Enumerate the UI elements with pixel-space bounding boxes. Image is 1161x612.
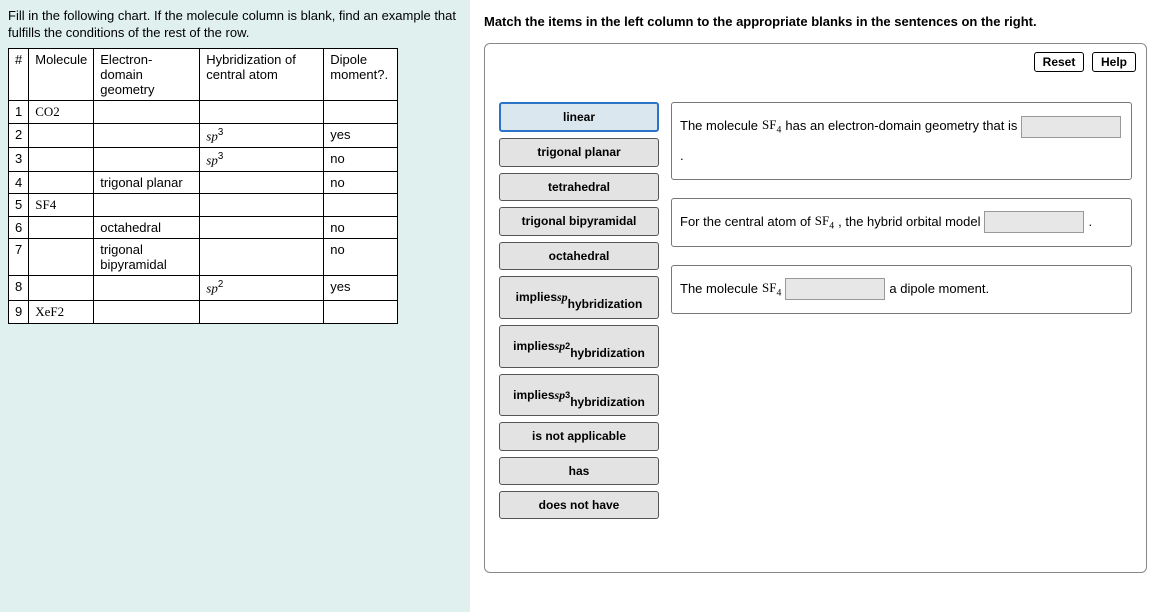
cell-num: 2 <box>9 123 29 147</box>
tile-does-not-have[interactable]: does not have <box>499 491 659 519</box>
table-row: 9XeF2 <box>9 300 398 323</box>
table-row: 8 sp2yes <box>9 276 398 300</box>
table-row: 6 octahedral no <box>9 217 398 239</box>
header-ed: Electron-domain geometry <box>94 48 200 100</box>
sentence-1-blank[interactable] <box>1021 116 1121 138</box>
table-row: 2 sp3yes <box>9 123 398 147</box>
chart-table: # Molecule Electron-domain geometry Hybr… <box>8 48 398 324</box>
sentences-column: The molecule SF4 has an electron-domain … <box>671 102 1132 519</box>
tile-trigonal-planar[interactable]: trigonal planar <box>499 138 659 166</box>
cell-num: 7 <box>9 239 29 276</box>
cell-ed: trigonal bipyramidal <box>94 239 200 276</box>
cell-mol <box>29 276 94 300</box>
header-mol: Molecule <box>29 48 94 100</box>
cell-dip <box>324 100 398 123</box>
cell-dip <box>324 194 398 217</box>
cell-dip: yes <box>324 123 398 147</box>
sentence-2-blank[interactable] <box>984 211 1084 233</box>
header-num: # <box>9 48 29 100</box>
left-pane: Fill in the following chart. If the mole… <box>0 0 470 612</box>
cell-ed <box>94 194 200 217</box>
table-row: 5SF4 <box>9 194 398 217</box>
cell-hyb: sp3 <box>200 123 324 147</box>
cell-num: 8 <box>9 276 29 300</box>
right-pane: Match the items in the left column to th… <box>470 0 1161 612</box>
table-row: 7 trigonal bipyramidal no <box>9 239 398 276</box>
cell-hyb <box>200 217 324 239</box>
cell-dip: no <box>324 217 398 239</box>
cell-hyb <box>200 172 324 194</box>
sentence-3: The molecule SF4 a dipole moment. <box>671 265 1132 314</box>
table-row: 1CO2 <box>9 100 398 123</box>
s3-mol: SF4 <box>762 276 781 303</box>
cell-ed <box>94 100 200 123</box>
cell-mol <box>29 148 94 172</box>
cell-hyb <box>200 239 324 276</box>
tile-implies-sp3-hybridization[interactable]: implies sp3hybridization <box>499 374 659 417</box>
sentence-2: For the central atom of SF4 , the hybrid… <box>671 198 1132 247</box>
cell-hyb <box>200 194 324 217</box>
reset-button[interactable]: Reset <box>1034 52 1085 72</box>
s2-mol: SF4 <box>815 209 834 236</box>
tile-tetrahedral[interactable]: tetrahedral <box>499 173 659 201</box>
cell-ed <box>94 276 200 300</box>
left-prompt: Fill in the following chart. If the mole… <box>8 8 462 42</box>
cell-mol <box>29 123 94 147</box>
cell-dip: no <box>324 172 398 194</box>
cell-ed <box>94 148 200 172</box>
tile-implies-sp2-hybridization[interactable]: implies sp2hybridization <box>499 325 659 368</box>
header-row: # Molecule Electron-domain geometry Hybr… <box>9 48 398 100</box>
cell-dip <box>324 300 398 323</box>
cell-ed: octahedral <box>94 217 200 239</box>
s2-text-a: For the central atom of <box>680 210 811 235</box>
cell-hyb <box>200 100 324 123</box>
cell-mol <box>29 239 94 276</box>
tile-linear[interactable]: linear <box>499 102 659 132</box>
tile-is-not-applicable[interactable]: is not applicable <box>499 422 659 450</box>
cell-hyb: sp2 <box>200 276 324 300</box>
work-area: Reset Help linear trigonal planar tetrahed… <box>484 43 1147 573</box>
right-title: Match the items in the left column to th… <box>484 14 1147 29</box>
s3-text-b: a dipole moment. <box>889 277 989 302</box>
cell-num: 9 <box>9 300 29 323</box>
s1-mol: SF4 <box>762 113 781 140</box>
cell-hyb <box>200 300 324 323</box>
cell-mol <box>29 172 94 194</box>
s3-text-a: The molecule <box>680 277 758 302</box>
s1-text-c: . <box>680 144 684 169</box>
tile-octahedral[interactable]: octahedral <box>499 242 659 270</box>
sentence-3-blank[interactable] <box>785 278 885 300</box>
header-dip: Dipole moment?. <box>324 48 398 100</box>
cell-mol: CO2 <box>29 100 94 123</box>
cell-num: 6 <box>9 217 29 239</box>
cell-ed <box>94 300 200 323</box>
cell-num: 3 <box>9 148 29 172</box>
tile-trigonal-bipyramidal[interactable]: trigonal bipyramidal <box>499 207 659 235</box>
cell-mol <box>29 217 94 239</box>
cell-dip: no <box>324 239 398 276</box>
top-buttons: Reset Help <box>1030 52 1136 72</box>
cell-num: 4 <box>9 172 29 194</box>
s2-text-b: , the hybrid orbital model <box>838 210 980 235</box>
cell-ed <box>94 123 200 147</box>
table-row: 4 trigonal planar no <box>9 172 398 194</box>
tile-implies-sp-hybridization[interactable]: implies sphybridization <box>499 276 659 319</box>
cell-dip: yes <box>324 276 398 300</box>
cell-num: 1 <box>9 100 29 123</box>
sentence-1: The molecule SF4 has an electron-domain … <box>671 102 1132 180</box>
cell-num: 5 <box>9 194 29 217</box>
cell-mol: SF4 <box>29 194 94 217</box>
header-hyb: Hybridization of central atom <box>200 48 324 100</box>
help-button[interactable]: Help <box>1092 52 1136 72</box>
tiles-column: linear trigonal planar tetrahedral trigonal… <box>499 102 659 519</box>
table-row: 3 sp3no <box>9 148 398 172</box>
cell-hyb: sp3 <box>200 148 324 172</box>
s2-text-c: . <box>1088 210 1092 235</box>
tile-has[interactable]: has <box>499 457 659 485</box>
s1-text-b: has an electron-domain geometry that is <box>785 114 1017 139</box>
cell-ed: trigonal planar <box>94 172 200 194</box>
s1-text-a: The molecule <box>680 114 758 139</box>
cell-mol: XeF2 <box>29 300 94 323</box>
cell-dip: no <box>324 148 398 172</box>
